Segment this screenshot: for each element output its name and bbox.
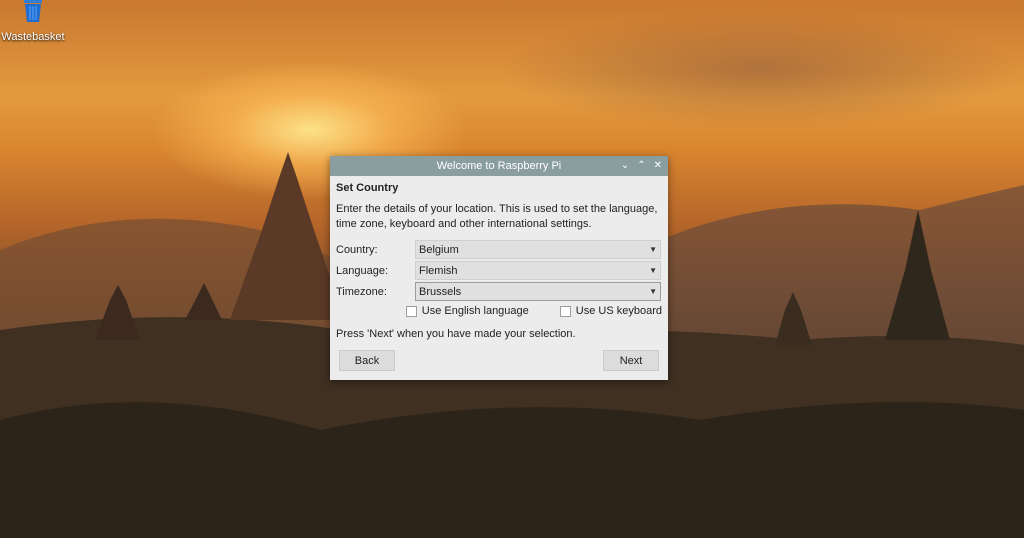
timezone-value: Brussels: [419, 285, 462, 298]
timezone-row: Timezone: Brussels ▼: [336, 281, 662, 302]
use-english-label: Use English language: [421, 305, 529, 317]
chevron-down-icon: ▼: [649, 287, 657, 296]
language-row: Language: Flemish ▼: [336, 260, 662, 281]
dialog-titlebar[interactable]: Welcome to Raspberry Pi ⌄ ⌃ ✕: [330, 156, 668, 176]
checkbox-box[interactable]: [559, 305, 571, 317]
close-icon[interactable]: ✕: [654, 158, 662, 174]
window-controls: ⌄ ⌃ ✕: [621, 158, 662, 174]
country-label: Country:: [336, 243, 378, 256]
maximize-icon[interactable]: ⌃: [637, 158, 645, 174]
trash-icon: [24, 0, 42, 22]
dialog-title: Welcome to Raspberry Pi: [436, 160, 562, 172]
timezone-select[interactable]: Brussels ▼: [415, 282, 661, 301]
next-button[interactable]: Next: [603, 350, 659, 371]
language-value: Flemish: [419, 264, 458, 277]
wastebasket-label: Wastebasket: [1, 31, 65, 43]
welcome-dialog: Welcome to Raspberry Pi ⌄ ⌃ ✕ Set Countr…: [330, 156, 668, 380]
instruction-text: Press 'Next' when you have made your sel…: [336, 328, 576, 340]
country-value: Belgium: [419, 243, 459, 256]
country-select[interactable]: Belgium ▼: [415, 240, 661, 259]
back-button[interactable]: Back: [339, 350, 395, 371]
chevron-down-icon: ▼: [649, 266, 657, 275]
wastebasket-desktop-icon[interactable]: Wastebasket: [0, 0, 66, 43]
dialog-content: Set Country Enter the details of your lo…: [330, 176, 668, 340]
options-checkboxes: Use English language Use US keyboard: [336, 305, 662, 317]
use-english-checkbox[interactable]: Use English language: [405, 305, 529, 317]
language-label: Language:: [336, 264, 388, 277]
page-title: Set Country: [336, 182, 399, 194]
country-row: Country: Belgium ▼: [336, 239, 662, 260]
description-text: Enter the details of your location. This…: [336, 203, 658, 230]
minimize-icon[interactable]: ⌄: [621, 158, 629, 174]
timezone-label: Timezone:: [336, 285, 387, 298]
checkbox-box[interactable]: [405, 305, 417, 317]
use-us-keyboard-checkbox[interactable]: Use US keyboard: [559, 305, 662, 317]
language-select[interactable]: Flemish ▼: [415, 261, 661, 280]
use-us-keyboard-label: Use US keyboard: [575, 305, 662, 317]
chevron-down-icon: ▼: [649, 245, 657, 254]
